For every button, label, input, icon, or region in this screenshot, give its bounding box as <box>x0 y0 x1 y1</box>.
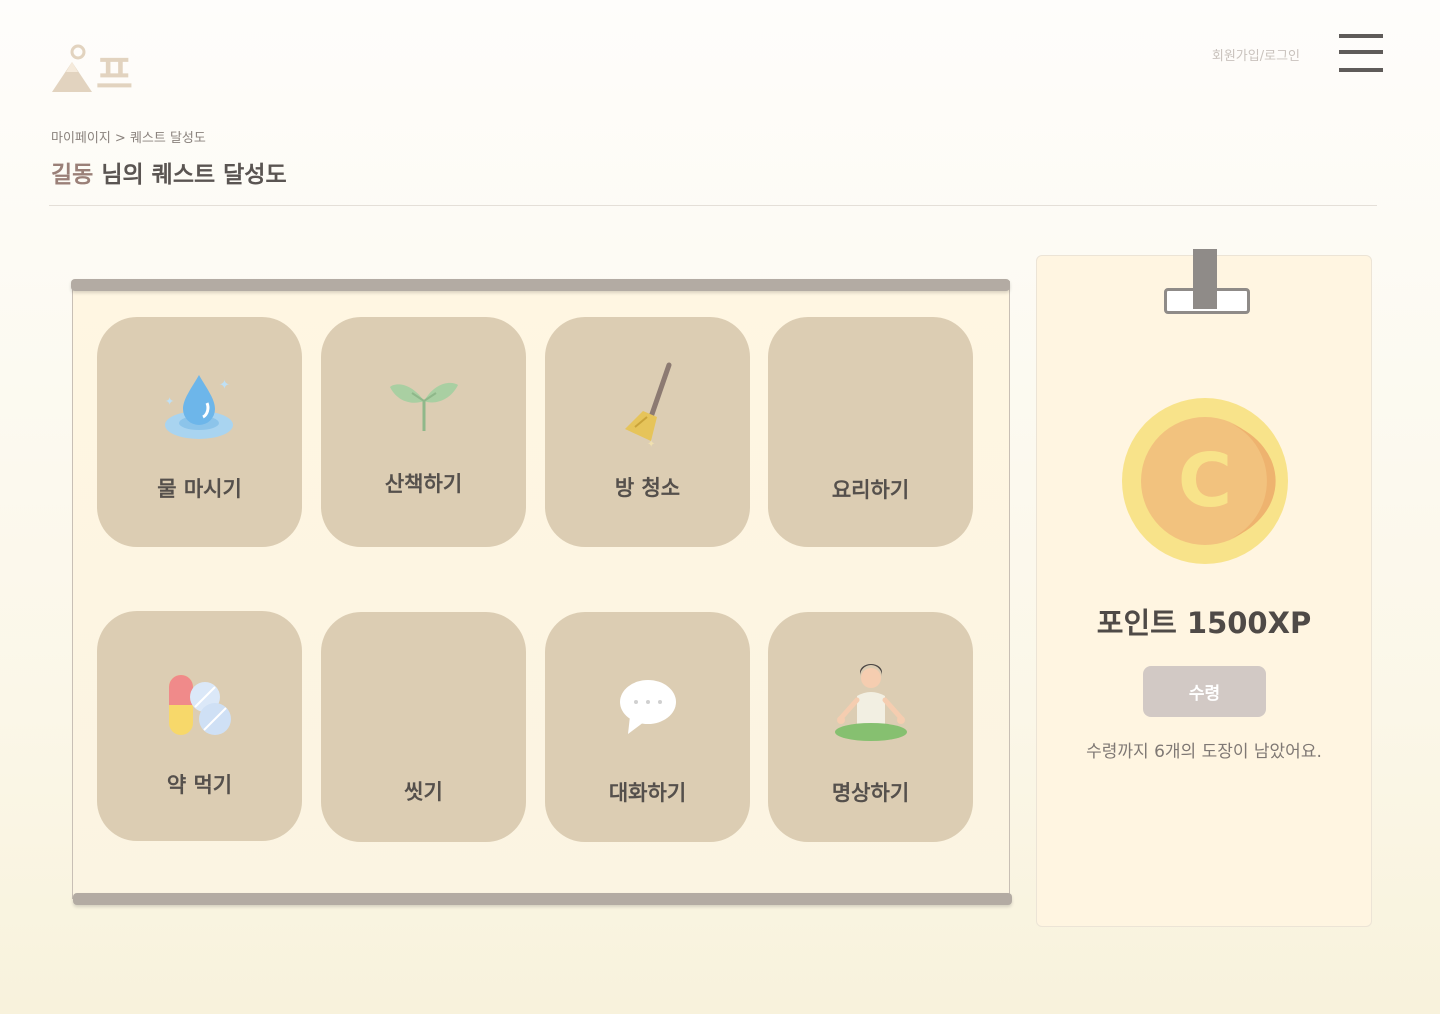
broom-icon: ✦ <box>625 362 672 447</box>
points-display: 포인트 1500XP <box>1096 606 1312 640</box>
logo-text: 프 <box>96 52 133 96</box>
signup-login-link[interactable]: 회원가입/로그인 <box>1212 45 1300 64</box>
coin-icon: C <box>1122 398 1288 564</box>
quest-label: 물 마시기 <box>157 477 242 501</box>
quest-cooking[interactable]: 요리하기 <box>768 317 973 547</box>
quest-washing[interactable]: 씻기 <box>321 612 526 842</box>
meditation-icon <box>835 664 907 741</box>
scroll-rod-top <box>71 279 1010 291</box>
quest-cleaning[interactable]: ✦ 방 청소 <box>545 317 750 547</box>
sprout-icon <box>390 382 458 431</box>
water-drop-icon: ✦ ✦ <box>165 375 233 439</box>
breadcrumb: 마이페이지 > 퀘스트 달성도 <box>51 131 206 146</box>
scroll-rod-bottom <box>73 893 1012 905</box>
quest-label: 약 먹기 <box>166 773 233 797</box>
speech-bubble-icon <box>620 680 676 734</box>
quest-label: 요리하기 <box>831 478 910 502</box>
quest-label: 방 청소 <box>614 476 681 500</box>
quest-conversation[interactable]: 대화하기 <box>545 612 750 842</box>
header-divider <box>49 205 1377 206</box>
quest-water[interactable]: ✦ ✦ 물 마시기 <box>97 317 302 547</box>
quest-walk[interactable]: 산책하기 <box>321 317 526 547</box>
svg-text:✦: ✦ <box>219 378 230 393</box>
svg-text:✦: ✦ <box>647 439 655 447</box>
quest-label: 대화하기 <box>608 781 687 805</box>
logo[interactable]: 프 <box>50 42 140 98</box>
quest-label: 명상하기 <box>831 781 910 805</box>
mountain-logo-icon: 프 <box>52 44 133 98</box>
quest-label: 산책하기 <box>384 472 463 496</box>
page-title-suffix: 님의 퀘스트 달성도 <box>93 162 287 188</box>
reward-panel <box>1036 255 1372 927</box>
hamburger-menu-icon[interactable] <box>1339 34 1383 74</box>
claim-button[interactable]: 수령 <box>1143 666 1266 717</box>
quest-label: 씻기 <box>404 780 443 804</box>
quest-meditation[interactable]: 명상하기 <box>768 612 973 842</box>
svg-text:✦: ✦ <box>165 395 174 408</box>
quest-medicine[interactable]: 약 먹기 <box>97 611 302 841</box>
page-title: 길동 님의 퀘스트 달성도 <box>51 155 287 189</box>
clip-bar <box>1193 249 1217 309</box>
coin-letter: C <box>1178 438 1232 524</box>
remaining-stamps-text: 수령까지 6개의 도장이 남았어요. <box>1086 742 1322 762</box>
user-name: 길동 <box>51 162 94 188</box>
pills-icon <box>169 675 231 735</box>
